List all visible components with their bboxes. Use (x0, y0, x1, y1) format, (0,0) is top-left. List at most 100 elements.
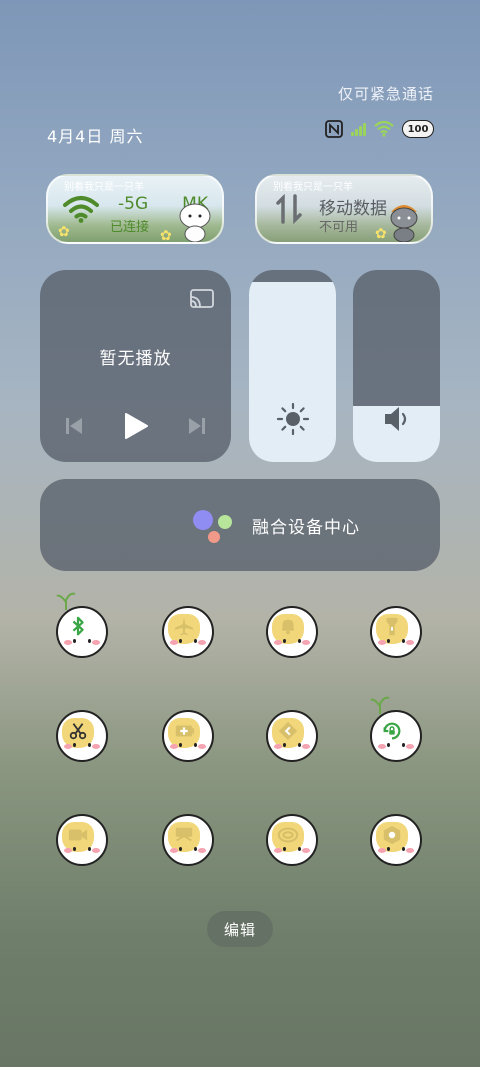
eye-icon (283, 639, 286, 643)
emergency-call-status: 仅可紧急通话 (337, 85, 434, 103)
settings-toggle[interactable] (366, 814, 426, 870)
eye-icon (73, 743, 76, 747)
cheek-icon (92, 640, 100, 645)
bluetooth-icon (72, 616, 84, 636)
sheep-mascot-icon (179, 203, 211, 242)
auto-rotate-toggle[interactable] (366, 696, 426, 766)
cheek-icon (378, 848, 386, 853)
eye-icon (402, 847, 405, 851)
sun-icon (276, 402, 309, 436)
cheek-icon (64, 848, 72, 853)
wifi-network-name: -5G (118, 194, 149, 214)
cheek-icon (302, 640, 310, 645)
share-icon (277, 827, 299, 843)
scissors-icon (69, 723, 87, 740)
eye-icon (298, 743, 301, 747)
nfc-icon (325, 120, 343, 138)
cheek-icon (170, 848, 178, 853)
eye-icon (283, 847, 286, 851)
location-toggle[interactable] (262, 710, 322, 766)
wolf-mascot-icon (390, 205, 418, 242)
battery-plus-icon (175, 725, 195, 737)
cheek-icon (198, 848, 206, 853)
edit-button[interactable]: 编辑 (207, 911, 273, 947)
cheek-icon (406, 848, 414, 853)
ring-mode-toggle[interactable] (262, 606, 322, 662)
eye-icon (179, 847, 182, 851)
bell-icon (281, 619, 295, 635)
cheek-icon (198, 640, 206, 645)
status-bar-icons: 100 (325, 120, 434, 138)
flower-icon: ✿ (160, 228, 172, 244)
previous-track-button[interactable] (64, 416, 84, 436)
location-icon (278, 721, 298, 741)
mobile-data-toggle[interactable]: 别看我只是一只羊 移动数据 不可用 ✿ (255, 174, 433, 244)
eye-icon (88, 847, 91, 851)
speaker-icon (384, 407, 406, 431)
cheek-icon (92, 744, 100, 749)
fusion-device-center[interactable]: 融合设备中心 (40, 479, 440, 571)
sprout-icon (56, 592, 76, 610)
eye-icon (387, 743, 390, 747)
cheek-icon (198, 744, 206, 749)
signal-icon (351, 122, 366, 136)
eye-comfort-toggle[interactable] (158, 814, 218, 870)
volume-slider[interactable] (353, 270, 440, 462)
cheek-icon (170, 640, 178, 645)
device-center-icon (193, 510, 232, 543)
flashlight-icon (386, 617, 398, 636)
battery-saver-toggle[interactable] (158, 710, 218, 766)
screenshot-toggle[interactable] (52, 710, 112, 766)
flower-icon: ✿ (375, 226, 387, 242)
eye-icon (298, 847, 301, 851)
cheek-icon (406, 640, 414, 645)
mobile-data-status: 不可用 (319, 220, 359, 235)
cheek-icon (378, 744, 386, 749)
eye-comfort-icon (175, 827, 193, 842)
eye-icon (179, 743, 182, 747)
eye-icon (387, 639, 390, 643)
cheek-icon (302, 744, 310, 749)
eye-icon (194, 847, 197, 851)
eye-icon (402, 639, 405, 643)
play-button[interactable] (123, 412, 149, 440)
next-track-button[interactable] (187, 416, 207, 436)
cast-icon[interactable] (189, 288, 215, 310)
eye-icon (387, 847, 390, 851)
cheek-icon (378, 640, 386, 645)
fusion-label: 融合设备中心 (252, 518, 360, 538)
eye-icon (283, 743, 286, 747)
eye-icon (194, 639, 197, 643)
cheek-icon (406, 744, 414, 749)
media-player-card[interactable]: 暂无播放 (40, 270, 231, 462)
eye-icon (73, 847, 76, 851)
pill-motto: 别看我只是一只羊 (64, 182, 144, 193)
flashlight-toggle[interactable] (366, 606, 426, 662)
wifi-toggle[interactable]: 别看我只是一只羊 -5G MK 已连接 ✿ ✿ (46, 174, 224, 244)
eye-icon (88, 743, 91, 747)
hexagon-nut-icon (383, 825, 401, 845)
eye-icon (194, 743, 197, 747)
eye-icon (179, 639, 182, 643)
sprout-icon (370, 696, 390, 714)
eye-icon (298, 639, 301, 643)
airplane-icon (174, 617, 194, 636)
video-camera-icon (68, 829, 88, 841)
eye-icon (88, 639, 91, 643)
share-toggle[interactable] (262, 814, 322, 870)
bluetooth-toggle[interactable] (52, 592, 112, 662)
rotate-lock-icon (383, 722, 401, 740)
wifi-status: 已连接 (110, 220, 150, 235)
airplane-mode-toggle[interactable] (158, 606, 218, 662)
pill-motto: 别看我只是一只羊 (273, 182, 353, 193)
eye-icon (402, 743, 405, 747)
cheek-icon (302, 848, 310, 853)
mobile-data-icon (276, 194, 302, 224)
cheek-icon (274, 848, 282, 853)
wifi-icon (63, 196, 99, 223)
cheek-icon (274, 640, 282, 645)
cheek-icon (92, 848, 100, 853)
brightness-slider[interactable] (249, 270, 336, 462)
media-title: 暂无播放 (99, 349, 172, 369)
screen-record-toggle[interactable] (52, 814, 112, 870)
